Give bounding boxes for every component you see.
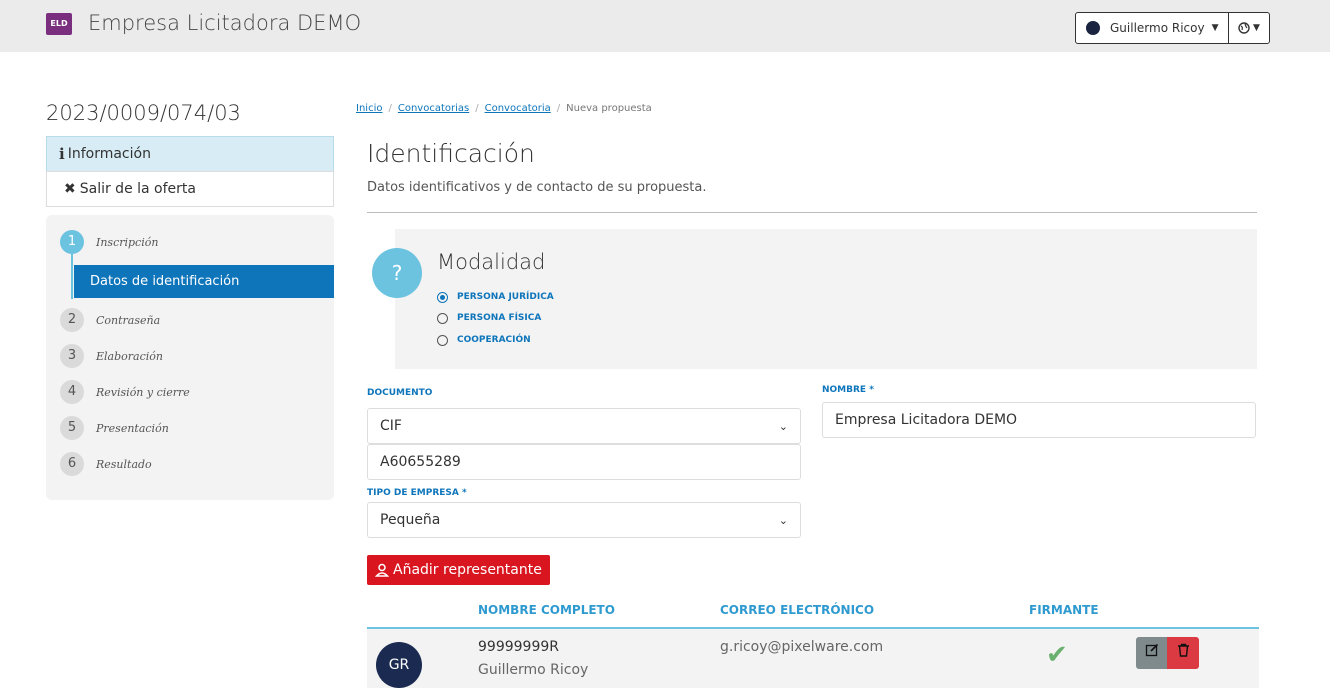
documento-label: DOCUMENTO [367,388,433,398]
tipo-empresa-value: Pequeña [380,512,441,528]
trash-icon [1177,643,1189,657]
app-logo: ELD [46,13,72,35]
tipo-empresa-label: TIPO DE EMPRESA * [367,488,467,498]
nombre-label: NOMBRE * [822,385,874,395]
row-document: 99999999R [478,639,559,655]
user-menu-button[interactable]: Guillermo Ricoy ▼ [1075,12,1229,44]
step-label: Elaboración [96,349,163,363]
edit-icon [1145,643,1158,657]
page-title: Identificación [367,139,535,168]
radio-label: PERSONA FÍSICA [457,313,542,323]
info-button[interactable]: i Información [46,136,334,172]
header-correo: CORREO ELECTRÓNICO [720,603,875,617]
add-representative-button[interactable]: Añadir representante [367,555,550,585]
step-number: 5 [60,416,84,440]
tipo-empresa-select[interactable]: Pequeña ⌄ [367,502,801,538]
top-bar: ELD Empresa Licitadora DEMO Guillermo Ri… [0,0,1330,52]
table-row [367,629,1259,688]
breadcrumb-convocatorias[interactable]: Convocatorias [398,103,469,114]
step-6[interactable]: 6 Resultado [60,452,152,476]
radio-label: COOPERACIÓN [457,335,531,345]
user-icon [375,563,389,577]
user-avatar-dot [1086,21,1100,35]
breadcrumb-convocatoria[interactable]: Convocatoria [485,103,551,114]
language-menu-button[interactable]: ▼ [1228,12,1270,44]
globe-icon [1238,22,1250,34]
check-icon: ✔ [1046,640,1068,670]
documento-input[interactable]: A60655289 [367,444,801,480]
step-connector [71,251,73,299]
step-4[interactable]: 4 Revisión y cierre [60,380,190,404]
info-icon: i [59,145,65,163]
delete-button[interactable] [1167,637,1199,669]
chevron-down-icon: ⌄ [778,513,788,527]
radio-checked-icon [437,291,448,303]
breadcrumb: Inicio / Convocatorias / Convocatoria / Nueva … [356,103,652,114]
radio-cooperacion[interactable]: COOPERACIÓN [437,333,531,347]
help-icon: ? [372,248,422,298]
breadcrumb-current: Nueva propuesta [566,103,652,114]
substep-datos-identificacion[interactable]: Datos de identificación [74,265,334,298]
breadcrumb-inicio[interactable]: Inicio [356,103,382,114]
step-label: Revisión y cierre [96,385,190,399]
radio-unchecked-icon [437,312,448,324]
page-subtitle: Datos identificativos y de contacto de s… [367,180,707,195]
offer-id: 2023/0009/074/03 [46,101,241,125]
step-5[interactable]: 5 Presentación [60,416,169,440]
radio-unchecked-icon [437,334,448,346]
modalidad-title: Modalidad [437,250,546,274]
caret-down-icon: ▼ [1253,23,1260,33]
step-1[interactable]: 1 Inscripción [60,230,158,254]
step-number: 1 [60,230,84,254]
step-number: 6 [60,452,84,476]
steps-panel: 1 Inscripción Datos de identificación 2 … [46,215,334,500]
nombre-input[interactable]: Empresa Licitadora DEMO [822,402,1256,438]
step-number: 4 [60,380,84,404]
radio-persona-juridica[interactable]: PERSONA JURÍDICA [437,290,554,304]
row-full-name: Guillermo Ricoy [478,662,589,678]
header-firmante: FIRMANTE [1029,603,1099,617]
step-label: Resultado [96,457,152,471]
step-3[interactable]: 3 Elaboración [60,344,163,368]
row-email: g.ricoy@pixelware.com [720,639,884,655]
divider [367,212,1257,213]
info-label: Información [67,146,151,162]
step-number: 3 [60,344,84,368]
documento-type-value: CIF [380,418,402,434]
step-number: 2 [60,308,84,332]
header-nombre-completo: NOMBRE COMPLETO [478,603,615,617]
close-icon: ✖ [64,181,76,197]
radio-persona-fisica[interactable]: PERSONA FÍSICA [437,311,541,325]
documento-type-select[interactable]: CIF ⌄ [367,408,801,444]
step-label: Presentación [96,421,169,435]
step-label: Inscripción [96,235,159,249]
chevron-down-icon: ⌄ [778,419,788,433]
user-name: Guillermo Ricoy [1110,21,1205,35]
nombre-value: Empresa Licitadora DEMO [835,412,1018,428]
edit-button[interactable] [1136,637,1167,669]
exit-offer-button[interactable]: ✖ Salir de la oferta [46,171,334,207]
avatar: GR [376,642,422,688]
documento-value: A60655289 [380,454,461,470]
step-2[interactable]: 2 Contraseña [60,308,160,332]
app-title: Empresa Licitadora DEMO [88,11,362,35]
exit-label: Salir de la oferta [79,181,196,197]
radio-label: PERSONA JURÍDICA [457,292,554,302]
step-label: Contraseña [96,313,161,327]
caret-down-icon: ▼ [1211,23,1219,33]
add-representative-label: Añadir representante [393,562,542,578]
